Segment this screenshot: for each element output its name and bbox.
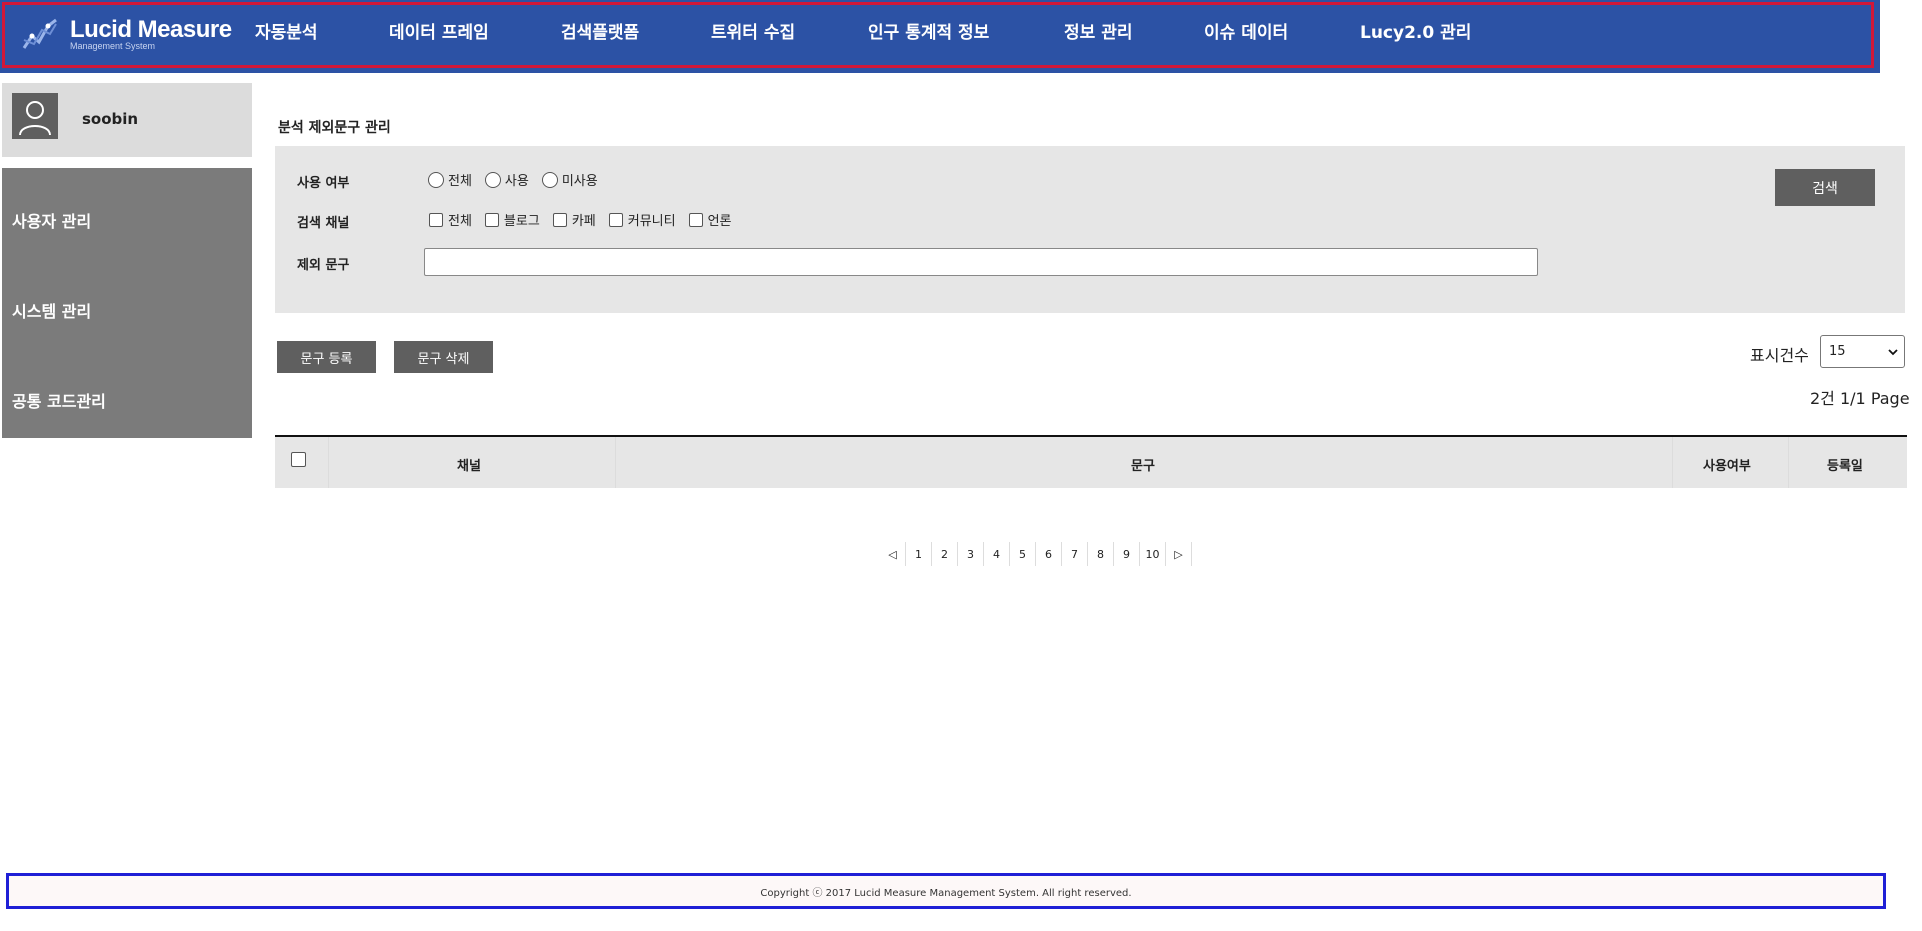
checkbox[interactable] xyxy=(552,212,567,227)
page-link[interactable]: 1 xyxy=(906,542,932,566)
page-link[interactable]: 9 xyxy=(1114,542,1140,566)
use-status-radio-group: 전체 사용 미사용 xyxy=(428,170,598,189)
column-divider xyxy=(615,437,616,488)
column-divider xyxy=(328,437,329,488)
use-radio-used[interactable]: 사용 xyxy=(484,170,529,189)
channel-checkbox-cafe[interactable]: 카페 xyxy=(552,210,596,229)
page-link[interactable]: 5 xyxy=(1010,542,1036,566)
use-status-label: 사용 여부 xyxy=(297,176,350,191)
logo[interactable]: Lucid Measure Management System xyxy=(20,14,232,54)
column-divider xyxy=(1788,437,1789,488)
prev-page-icon[interactable]: ◁ xyxy=(880,542,906,566)
table-header xyxy=(275,435,1907,488)
page-title: 분석 제외문구 관리 xyxy=(278,120,391,136)
page-link[interactable]: 2 xyxy=(932,542,958,566)
register-phrase-button[interactable]: 문구 등록 xyxy=(277,341,376,373)
sidebar-item-user-management[interactable]: 사용자 관리 xyxy=(12,208,91,232)
next-page-icon[interactable]: ▷ xyxy=(1166,542,1192,566)
exclude-phrase-label: 제외 문구 xyxy=(297,258,350,273)
column-header-use-status[interactable]: 사용여부 xyxy=(1703,455,1751,474)
search-button[interactable]: 검색 xyxy=(1775,169,1875,206)
display-count-value: 15 xyxy=(1829,344,1846,359)
select-all-checkbox[interactable] xyxy=(291,452,306,467)
channel-checkbox-community[interactable]: 커뮤니티 xyxy=(608,210,676,229)
nav-info-management[interactable]: 정보 관리 xyxy=(1064,18,1132,43)
nav-demographic-info[interactable]: 인구 통계적 정보 xyxy=(868,18,989,43)
delete-phrase-button[interactable]: 문구 삭제 xyxy=(394,341,493,373)
radio-button[interactable] xyxy=(541,171,558,188)
chevron-down-icon xyxy=(1888,348,1898,355)
channel-checkbox-all[interactable]: 전체 xyxy=(429,210,472,229)
search-channel-checkbox-group: 전체 블로그 카페 커뮤니티 언론 xyxy=(429,210,732,229)
nav-twitter-collection[interactable]: 트위터 수집 xyxy=(711,18,795,43)
page-link[interactable]: 7 xyxy=(1062,542,1088,566)
checkbox[interactable] xyxy=(484,212,499,227)
page-link[interactable]: 6 xyxy=(1036,542,1062,566)
sidebar-item-common-code[interactable]: 공통 코드관리 xyxy=(12,388,106,412)
checkbox[interactable] xyxy=(688,212,703,227)
checkbox[interactable] xyxy=(608,212,623,227)
search-channel-label: 검색 채널 xyxy=(297,216,350,231)
nav-search-platform[interactable]: 검색플랫폼 xyxy=(561,18,639,43)
channel-checkbox-press[interactable]: 언론 xyxy=(688,210,732,229)
display-count-label: 표시건수 xyxy=(1750,346,1809,365)
username: soobin xyxy=(82,110,139,128)
radio-button[interactable] xyxy=(428,171,444,188)
column-header-channel[interactable]: 채널 xyxy=(457,455,481,474)
channel-checkbox-blog[interactable]: 블로그 xyxy=(484,210,540,229)
column-divider xyxy=(1672,437,1673,488)
page-link[interactable]: 10 xyxy=(1140,542,1166,566)
pagination: ◁ 1 2 3 4 5 6 7 8 9 10 ▷ xyxy=(880,542,1192,566)
use-radio-unused[interactable]: 미사용 xyxy=(541,170,598,189)
nav-issue-data[interactable]: 이슈 데이터 xyxy=(1204,18,1288,43)
chart-logo-icon xyxy=(22,18,57,49)
avatar xyxy=(12,93,58,139)
nav-data-frame[interactable]: 데이터 프레임 xyxy=(389,18,489,43)
exclude-phrase-input[interactable] xyxy=(424,248,1538,276)
user-icon xyxy=(19,101,51,136)
copyright-text: Copyright ⓒ 2017 Lucid Measure Managemen… xyxy=(760,887,1132,899)
nav-auto-analysis[interactable]: 자동분석 xyxy=(255,18,318,43)
nav-lucy-management[interactable]: Lucy2.0 관리 xyxy=(1360,18,1471,43)
use-radio-all[interactable]: 전체 xyxy=(428,170,472,189)
checkbox[interactable] xyxy=(429,212,443,227)
logo-title: Lucid Measure xyxy=(70,16,232,43)
display-count-select[interactable]: 15 xyxy=(1820,335,1905,368)
column-header-phrase[interactable]: 문구 xyxy=(1131,455,1155,474)
page-link[interactable]: 8 xyxy=(1088,542,1114,566)
page-link[interactable]: 4 xyxy=(984,542,1010,566)
column-header-registered-date[interactable]: 등록일 xyxy=(1827,455,1863,474)
page-info: 2건 1/1 Page xyxy=(1810,389,1910,408)
page-link[interactable]: 3 xyxy=(958,542,984,566)
sidebar-item-system-management[interactable]: 시스템 관리 xyxy=(12,298,91,322)
footer: Copyright ⓒ 2017 Lucid Measure Managemen… xyxy=(6,873,1886,909)
radio-button[interactable] xyxy=(484,171,501,188)
